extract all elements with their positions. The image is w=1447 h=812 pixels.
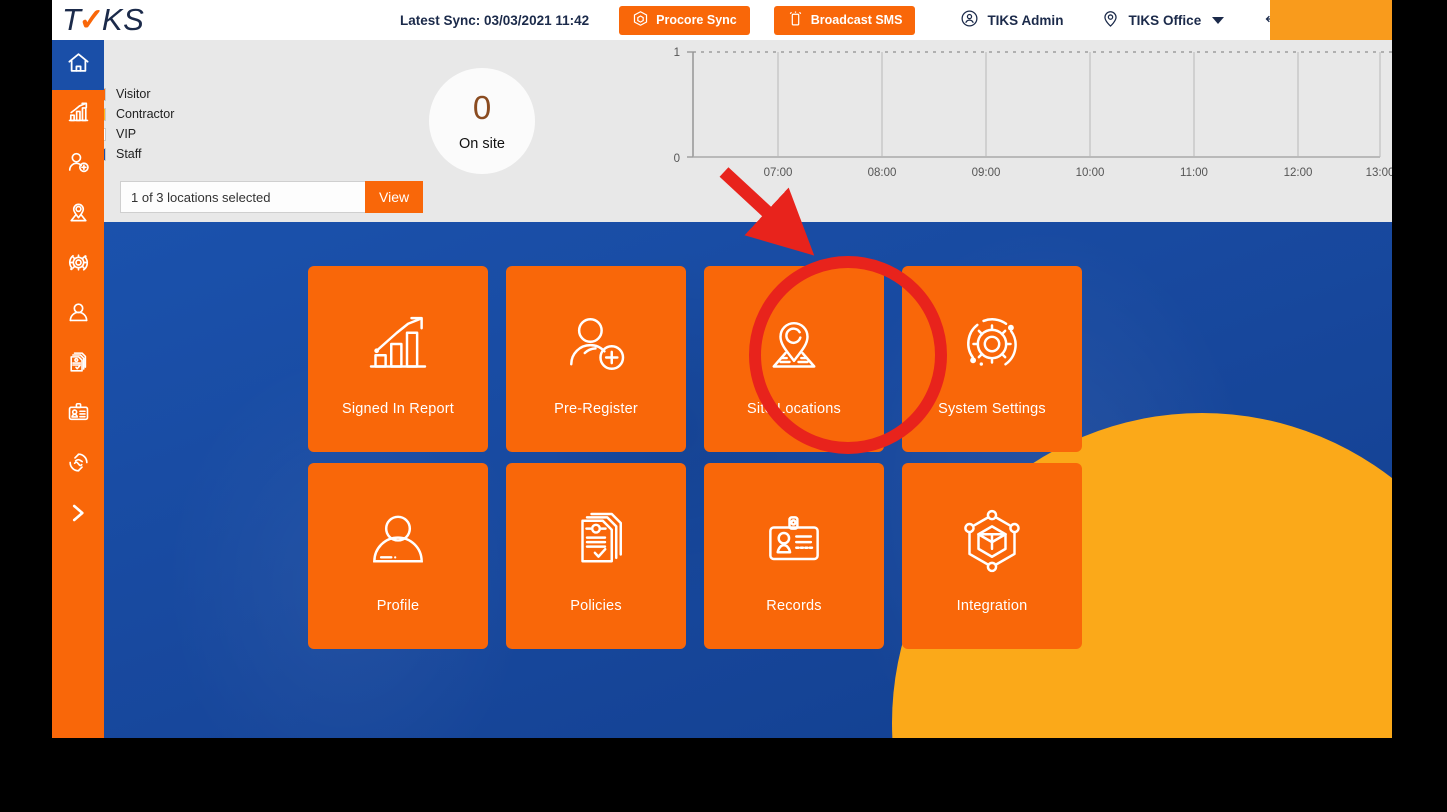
- view-button[interactable]: View: [365, 181, 423, 213]
- sidebar-item-home[interactable]: [52, 40, 104, 90]
- id-card-icon: [66, 400, 91, 430]
- tile-signed-in-report[interactable]: Signed In Report: [308, 266, 488, 452]
- gear-orbit-icon: [956, 301, 1028, 387]
- chevron-down-icon: [1212, 17, 1224, 24]
- sidebar-item-policies[interactable]: [52, 340, 104, 390]
- logo-text-ks: KS: [102, 2, 144, 38]
- gridlines-x: [778, 52, 1380, 157]
- sidebar-item-reports[interactable]: [52, 90, 104, 140]
- onsite-count-value: 0: [473, 91, 491, 124]
- tile-pre-register[interactable]: Pre-Register: [506, 266, 686, 452]
- sidebar-item-integration[interactable]: [52, 440, 104, 490]
- x-tick-0700: 07:00: [764, 167, 793, 179]
- bar-chart-icon: [66, 100, 91, 130]
- broadcast-sms-button[interactable]: Broadcast SMS: [774, 6, 916, 35]
- x-tick-0900: 09:00: [972, 167, 1001, 179]
- tile-label-signed-in-report: Signed In Report: [342, 401, 454, 417]
- location-selector-input[interactable]: [120, 181, 365, 213]
- legend-label-visitor: Visitor: [116, 87, 151, 101]
- sidebar-item-site-locations[interactable]: [52, 190, 104, 240]
- map-pin-icon: [758, 301, 830, 387]
- id-card-icon: [758, 498, 830, 584]
- header-accent-block: [1270, 0, 1392, 40]
- tile-site-locations[interactable]: Site Locations: [704, 266, 884, 452]
- tile-records[interactable]: Records: [704, 463, 884, 649]
- onsite-count-label: On site: [459, 136, 505, 152]
- broadcast-sms-label: Broadcast SMS: [811, 13, 903, 27]
- user-circle-icon: [960, 9, 979, 31]
- chart-growth-icon: [362, 301, 434, 387]
- x-tick-1200: 12:00: [1284, 167, 1313, 179]
- phone-broadcast-icon: [787, 10, 804, 30]
- chevron-right-icon: [65, 500, 91, 531]
- x-tick-1000: 10:00: [1076, 167, 1105, 179]
- x-tick-1100: 11:00: [1180, 167, 1208, 179]
- cube-network-icon: [956, 498, 1028, 584]
- sidebar-item-pre-register[interactable]: [52, 140, 104, 190]
- gear-orbit-icon: [66, 250, 91, 280]
- tile-label-integration: Integration: [957, 598, 1028, 614]
- user-name-label: TIKS Admin: [987, 13, 1063, 28]
- app-window: T✓KS Latest Sync: 03/03/2021 11:42 Proco…: [52, 0, 1392, 738]
- tile-policies[interactable]: Policies: [506, 463, 686, 649]
- onsite-counter: 0 On site: [429, 68, 535, 174]
- tile-profile[interactable]: Profile: [308, 463, 488, 649]
- legend-label-staff: Staff: [116, 147, 141, 161]
- left-sidebar: [52, 40, 104, 738]
- tile-label-system-settings: System Settings: [938, 401, 1046, 417]
- sidebar-expand-button[interactable]: [52, 490, 104, 540]
- y-tick-1: 1: [674, 47, 680, 59]
- documents-check-icon: [560, 498, 632, 584]
- office-selector[interactable]: TIKS Office: [1101, 9, 1224, 31]
- latest-sync-text: Latest Sync: 03/03/2021 11:42: [400, 13, 589, 28]
- tile-integration[interactable]: Integration: [902, 463, 1082, 649]
- tile-label-profile: Profile: [377, 598, 420, 614]
- tiks-logo[interactable]: T✓KS: [52, 2, 352, 38]
- user-add-icon: [66, 150, 91, 180]
- top-header-bar: T✓KS Latest Sync: 03/03/2021 11:42 Proco…: [52, 0, 1392, 40]
- sidebar-item-system-settings[interactable]: [52, 240, 104, 290]
- documents-icon: [66, 350, 91, 380]
- tile-system-settings[interactable]: System Settings: [902, 266, 1082, 452]
- handshake-icon: [66, 450, 91, 480]
- tile-label-records: Records: [766, 598, 821, 614]
- map-pin-icon: [66, 200, 91, 230]
- tile-label-policies: Policies: [570, 598, 622, 614]
- home-icon: [66, 50, 91, 80]
- tile-label-site-locations: Site Locations: [747, 401, 841, 417]
- legend-label-contractor: Contractor: [116, 107, 174, 121]
- procore-sync-button[interactable]: Procore Sync: [619, 6, 750, 35]
- dashboard-summary-strip: Visitor Contractor VIP Staff View 0 On s…: [52, 40, 1392, 222]
- user-add-icon: [560, 301, 632, 387]
- x-tick-0800: 08:00: [868, 167, 897, 179]
- occupancy-chart: 1 0 07:00 08:00 09:00 10:00 11:00 12:00 …: [580, 40, 1392, 222]
- x-tick-1300: 13:00: [1366, 167, 1392, 179]
- procore-sync-label: Procore Sync: [656, 13, 737, 27]
- y-tick-0: 0: [674, 153, 680, 165]
- user-account-menu[interactable]: TIKS Admin: [960, 9, 1063, 31]
- cube-icon: [632, 10, 649, 30]
- location-filter-bar: View: [120, 181, 423, 213]
- chart-canvas: 1 0 07:00 08:00 09:00 10:00 11:00 12:00 …: [580, 40, 1392, 222]
- office-name-label: TIKS Office: [1128, 13, 1201, 28]
- sidebar-item-records[interactable]: [52, 390, 104, 440]
- user-icon: [66, 300, 91, 330]
- user-icon: [362, 498, 434, 584]
- legend-label-vip: VIP: [116, 127, 136, 141]
- location-pin-icon: [1101, 9, 1120, 31]
- main-content-area: Signed In Report Pre-Register: [52, 222, 1392, 738]
- dashboard-tile-grid: Signed In Report Pre-Register: [308, 266, 1082, 649]
- sidebar-item-profile[interactable]: [52, 290, 104, 340]
- tile-label-pre-register: Pre-Register: [554, 401, 638, 417]
